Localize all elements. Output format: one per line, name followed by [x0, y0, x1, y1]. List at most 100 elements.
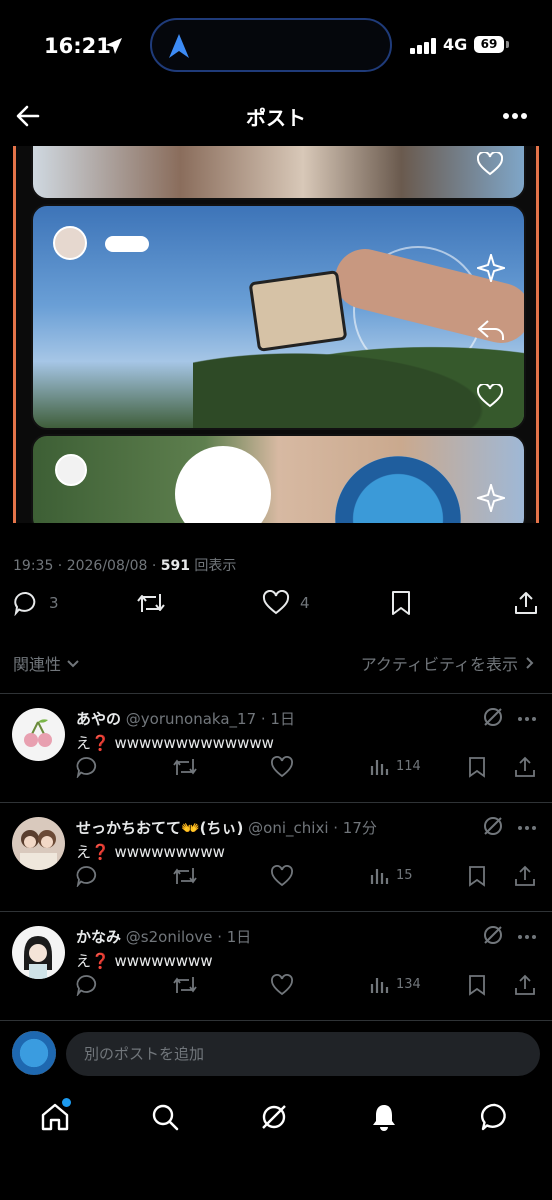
photo-panel — [31, 204, 526, 430]
views-button[interactable]: 15 — [370, 865, 413, 885]
reply-icon — [76, 975, 97, 996]
reply-item[interactable]: あやの @yorunonaka_17 · 1日 え❓ wwwwwwwwwwwww… — [0, 694, 552, 802]
reply-icon — [14, 591, 36, 616]
views-count: 15 — [396, 867, 413, 883]
notifications-icon[interactable] — [369, 1102, 399, 1132]
reply-icon — [76, 866, 97, 887]
reply-arrow-icon — [477, 320, 504, 340]
like-button[interactable] — [270, 974, 294, 996]
trees — [193, 338, 524, 428]
reply-actions: 134 — [0, 974, 552, 1000]
reply-button[interactable] — [76, 865, 98, 887]
grok-icon[interactable] — [482, 706, 504, 728]
reply-handle: @s2onilove · 1日 — [125, 928, 252, 946]
like-button[interactable]: 4 — [262, 590, 310, 616]
show-activity-link[interactable]: アクティビティを表示 — [361, 651, 536, 675]
views-count: 591 — [160, 558, 190, 574]
like-icon — [271, 865, 293, 887]
chevron-right-icon — [526, 657, 534, 669]
reply-author-name[interactable]: あやの — [76, 710, 121, 728]
search-icon[interactable] — [150, 1102, 180, 1132]
reply-button[interactable] — [76, 974, 98, 996]
reply-author-name[interactable]: かなみ — [76, 928, 121, 946]
sparkle-icon — [477, 254, 505, 282]
cherry-sticker — [175, 446, 271, 523]
bookmark-icon — [469, 975, 485, 996]
share-icon — [515, 756, 535, 777]
like-button[interactable] — [270, 865, 294, 887]
reply-button[interactable]: 3 — [13, 590, 59, 616]
views-button[interactable]: 134 — [370, 974, 421, 994]
more-icon[interactable] — [517, 934, 537, 940]
views-icon — [370, 760, 389, 775]
chevron-down-icon — [67, 660, 79, 668]
phone-photo — [248, 270, 348, 352]
avatar — [12, 1031, 56, 1075]
repost-button[interactable] — [172, 756, 198, 778]
messages-icon[interactable] — [480, 1102, 510, 1132]
grok-icon[interactable] — [259, 1102, 289, 1132]
bookmark-button[interactable] — [467, 974, 487, 996]
sort-relevance[interactable]: 関連性 — [13, 651, 81, 675]
photo-panel — [31, 434, 526, 523]
repost-button[interactable] — [136, 590, 166, 616]
reply-item[interactable]: かなみ @s2onilove · 1日 え❓ wwwwwwww 134 — [0, 912, 552, 1020]
like-button[interactable] — [270, 756, 294, 778]
avatar-sticker — [55, 454, 87, 486]
post-timestamp: 19:35 · 2026/08/08 · — [13, 558, 161, 574]
reply-text: え❓ wwwwwwww — [76, 952, 213, 970]
repost-button[interactable] — [172, 974, 198, 996]
share-icon — [515, 592, 537, 614]
bookmark-icon — [469, 866, 485, 887]
views-button[interactable]: 114 — [370, 756, 421, 776]
avatar[interactable] — [12, 817, 65, 870]
like-icon — [262, 590, 290, 615]
dynamic-island[interactable] — [150, 18, 392, 72]
status-bar: 16:21 4G 69 — [0, 0, 552, 90]
share-icon — [515, 865, 535, 886]
avatar[interactable] — [12, 926, 65, 979]
reply-header: せっかちおてて👐(ちぃ) @oni_chixi · 17分 — [76, 817, 377, 838]
reply-actions: 114 — [0, 756, 552, 782]
bottom-nav — [0, 1090, 552, 1150]
bookmark-button[interactable] — [467, 865, 487, 887]
grok-icon[interactable] — [482, 815, 504, 837]
reply-header: あやの @yorunonaka_17 · 1日 — [76, 708, 295, 729]
location-arrow-icon — [106, 38, 122, 54]
bookmark-button[interactable] — [390, 590, 412, 616]
reply-button[interactable] — [76, 756, 98, 778]
repost-icon — [173, 977, 197, 993]
repost-button[interactable] — [172, 865, 198, 887]
share-button[interactable] — [514, 974, 536, 996]
bookmark-icon — [469, 757, 485, 778]
compose-input[interactable]: 別のポストを追加 — [66, 1032, 540, 1076]
reply-actions: 15 — [0, 865, 552, 891]
battery-level: 69 — [474, 36, 504, 53]
bookmark-button[interactable] — [467, 756, 487, 778]
post-meta: 19:35 · 2026/08/08 · 591 回表示 — [13, 555, 236, 575]
reply-text: え❓ wwwwwwwwwwwww — [76, 734, 274, 752]
heart-icon — [477, 152, 503, 176]
reply-author-name[interactable]: せっかちおてて👐(ちぃ) — [76, 819, 243, 837]
reply-handle: @oni_chixi · 17分 — [248, 819, 377, 837]
like-icon — [271, 756, 293, 778]
share-button[interactable] — [514, 756, 536, 778]
compose-bar: 別のポストを追加 — [0, 1026, 552, 1082]
sort-relevance-label: 関連性 — [13, 655, 62, 674]
post-media[interactable] — [13, 146, 539, 523]
reply-count: 3 — [49, 594, 59, 612]
grok-icon[interactable] — [482, 924, 504, 946]
avatar[interactable] — [12, 708, 65, 761]
more-icon[interactable] — [502, 112, 528, 120]
like-icon — [271, 974, 293, 996]
reply-item[interactable]: せっかちおてて👐(ちぃ) @oni_chixi · 17分 え❓ wwwwwww… — [0, 803, 552, 911]
photo-panel — [31, 146, 526, 200]
more-icon[interactable] — [517, 825, 537, 831]
divider — [0, 1020, 552, 1021]
share-button[interactable] — [514, 590, 538, 616]
views-count: 134 — [396, 976, 421, 992]
views-icon — [370, 869, 389, 884]
share-button[interactable] — [514, 865, 536, 887]
notification-dot — [62, 1098, 71, 1107]
more-icon[interactable] — [517, 716, 537, 722]
